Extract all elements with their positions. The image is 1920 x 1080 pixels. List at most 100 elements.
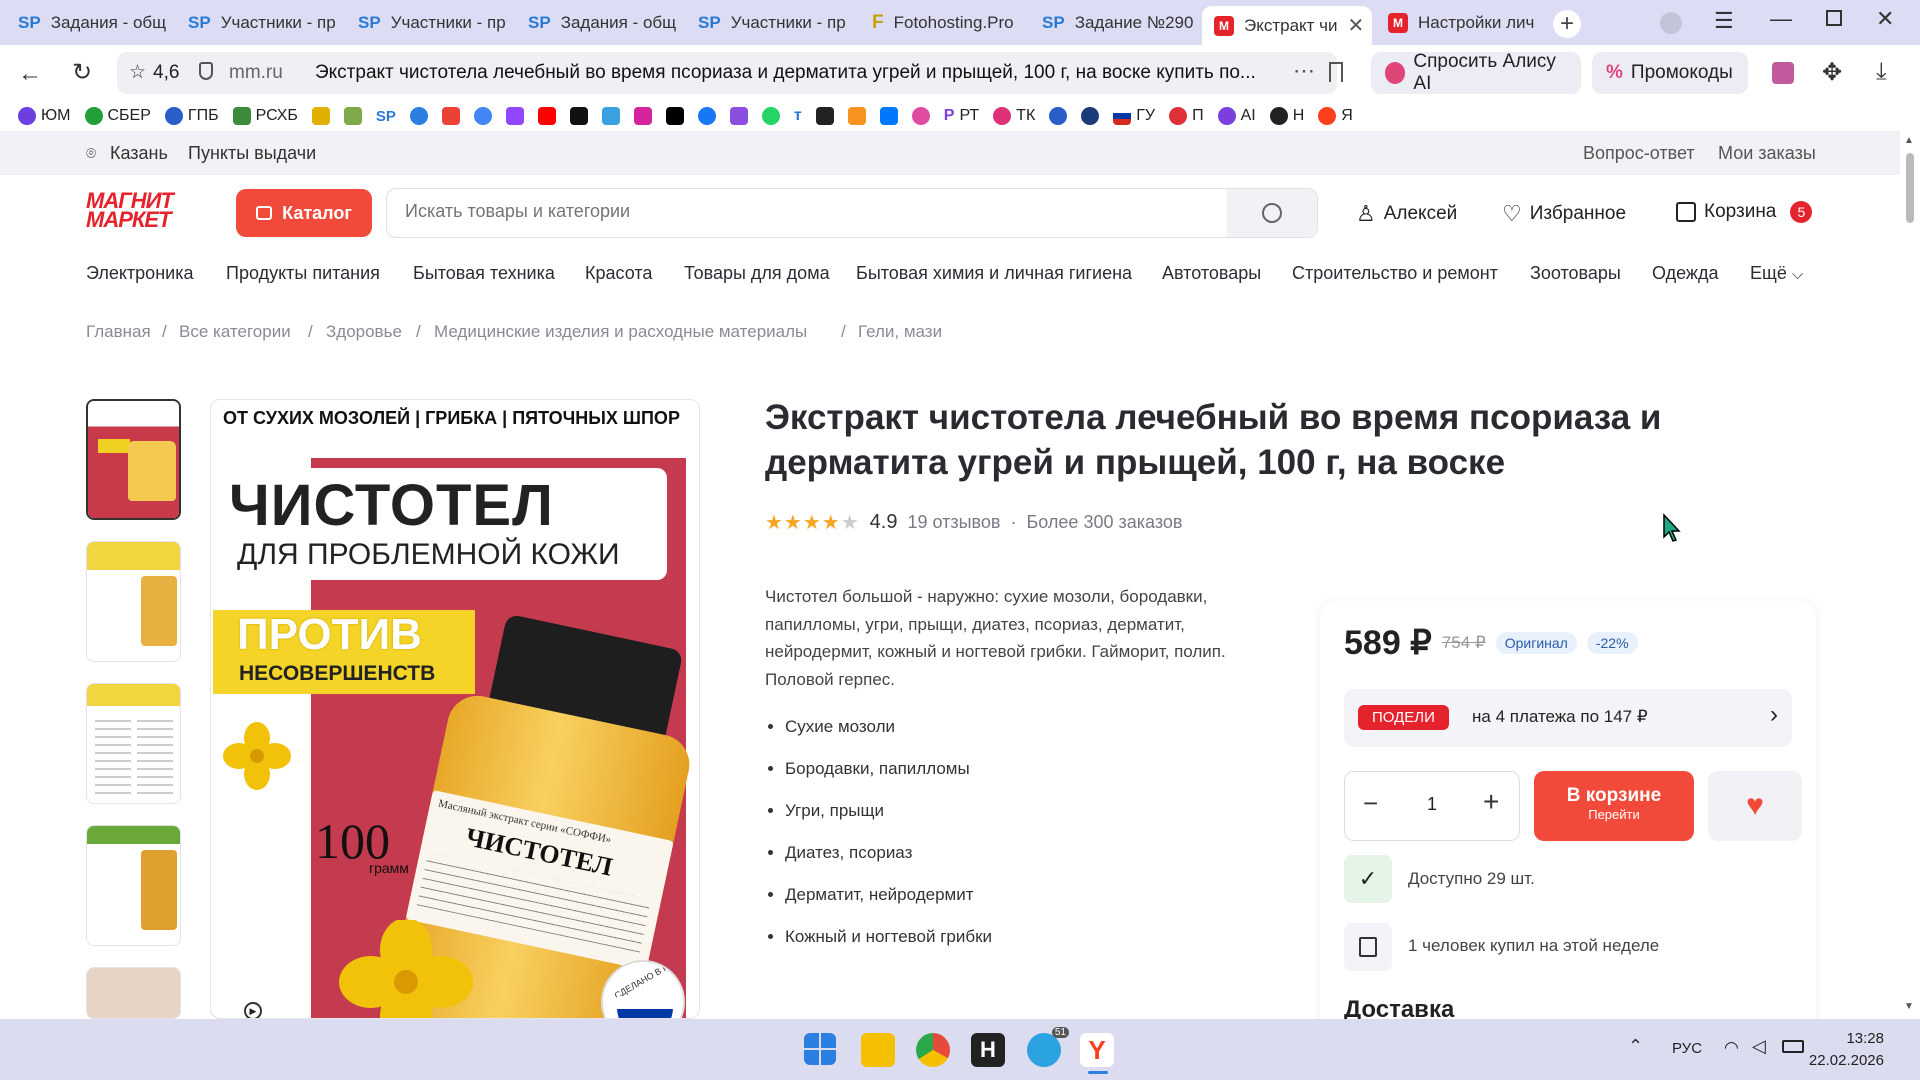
url-box[interactable]: ☆ 4,6 mm.ru Экстракт чистотела лечебный … (117, 52, 1343, 94)
fotohosting-icon[interactable] (311, 107, 330, 125)
browser-tab[interactable]: F Fotohosting.Pro (860, 6, 1030, 40)
user-profile-link[interactable]: ♙ Алексей (1356, 201, 1457, 227)
bookmark-gpb[interactable]: ГПБ (164, 107, 219, 125)
youtube-icon[interactable] (537, 107, 556, 125)
clock-date[interactable]: 22.02.2026 (1800, 1052, 1884, 1069)
browser-tab[interactable]: SP Задания - общ (6, 6, 176, 40)
favorites-link[interactable]: ♡ Избранное (1502, 201, 1626, 227)
dzen-icon[interactable] (815, 107, 834, 125)
promocodes-button[interactable]: % Промокоды (1592, 52, 1748, 94)
scroll-up-icon[interactable]: ▲ (1904, 135, 1914, 146)
nav-category[interactable]: Одежда (1652, 263, 1718, 284)
my-orders-link[interactable]: Мои заказы (1718, 143, 1816, 164)
file-explorer-icon[interactable] (861, 1033, 895, 1067)
bookmark-rt[interactable]: P РТ (944, 107, 979, 125)
telegram-icon[interactable]: 51 (1027, 1027, 1069, 1067)
photo-icon[interactable] (729, 107, 748, 125)
nav-more[interactable]: Ещё ⌵ (1750, 263, 1803, 284)
extension-avatar-icon[interactable] (1772, 62, 1794, 84)
yandex-browser-icon[interactable]: Y (1080, 1033, 1114, 1067)
bookmark-tk[interactable]: ТК (993, 107, 1035, 125)
h-app-icon[interactable]: H (971, 1033, 1005, 1067)
favorite-button[interactable]: ♥ (1708, 771, 1802, 841)
bookmark-ai[interactable]: AI (1217, 107, 1256, 125)
emblem-icon[interactable] (1081, 107, 1100, 125)
chrome-icon[interactable] (916, 1033, 950, 1067)
mail-icon[interactable] (409, 107, 428, 125)
breadcrumb-item[interactable]: Гели, мази (858, 322, 942, 342)
clock-time[interactable]: 13:28 (1828, 1030, 1884, 1047)
minimize-icon[interactable]: — (1770, 6, 1792, 32)
pickup-points-link[interactable]: Пункты выдачи (188, 143, 316, 164)
bookmark-rshb[interactable]: РСХБ (232, 107, 298, 125)
play-video-icon[interactable]: ▶ (244, 1002, 262, 1018)
tiktok-icon[interactable] (665, 107, 684, 125)
language-indicator[interactable]: РУС (1672, 1040, 1702, 1057)
plus-icon[interactable]: + (1483, 786, 1499, 818)
gallery-thumbnail[interactable] (86, 825, 181, 946)
cart-link[interactable]: Корзина 5 (1676, 201, 1813, 223)
bookmark-ya[interactable]: Я (1318, 107, 1353, 125)
facebook-icon[interactable] (697, 107, 716, 125)
instagram-icon[interactable] (633, 107, 652, 125)
vk-icon[interactable] (879, 107, 898, 125)
bookmark-ym[interactable]: ЮМ (18, 107, 71, 125)
scroll-down-icon[interactable]: ▼ (1904, 1001, 1914, 1012)
split-payment-row[interactable]: ПОДЕЛИ на 4 платежа по 147 ₽ › (1344, 689, 1792, 747)
gallery-thumbnail-selected[interactable] (86, 399, 181, 520)
nav-category[interactable]: Бытовая техника (413, 263, 555, 284)
wifi-icon[interactable]: ◠ (1724, 1038, 1739, 1058)
nav-category[interactable]: Зоотовары (1530, 263, 1621, 284)
infinity-icon[interactable] (1049, 107, 1068, 125)
reload-icon[interactable]: ↻ (72, 58, 92, 87)
cloud-icon[interactable] (601, 107, 620, 125)
sf-icon[interactable] (343, 107, 362, 125)
download-icon[interactable]: ⤓ (1876, 58, 1887, 86)
windows-start-icon[interactable] (804, 1033, 836, 1065)
rutube-icon[interactable] (569, 107, 588, 125)
page-scrollbar[interactable]: ▲ ▼ (1900, 131, 1920, 1019)
gallery-thumbnail[interactable] (86, 541, 181, 662)
faq-link[interactable]: Вопрос-ответ (1583, 143, 1695, 164)
breadcrumb-item[interactable]: Все категории (179, 322, 291, 342)
gallery-thumbnail[interactable] (86, 683, 181, 804)
nav-category[interactable]: Бытовая химия и личная гигиена (856, 263, 1132, 284)
product-main-image[interactable]: ОТ СУХИХ МОЗОЛЕЙ | ГРИБКА | ПЯТОЧНЫХ ШПО… (210, 399, 700, 1019)
nav-category[interactable]: Строительство и ремонт (1292, 263, 1498, 284)
browser-tab-active[interactable]: M Экстракт чи ✕ (1202, 6, 1372, 45)
extensions-icon[interactable]: ✥ (1822, 58, 1842, 87)
profile-icon[interactable] (1660, 12, 1682, 34)
city-selector[interactable]: Казань (110, 143, 168, 164)
chevron-up-icon[interactable]: ⌃ (1628, 1036, 1643, 1057)
nav-category[interactable]: Электроника (86, 263, 193, 284)
bookmark-p[interactable]: П (1169, 107, 1204, 125)
bookmark-gu[interactable]: ГУ (1113, 107, 1155, 125)
browser-tab[interactable]: M Настройки лич (1376, 6, 1546, 40)
breadcrumb-item[interactable]: Медицинские изделия и расходные материал… (434, 322, 807, 342)
close-tab-icon[interactable]: ✕ (1348, 13, 1365, 38)
browser-tab[interactable]: SP Участники - пр (176, 6, 346, 40)
browser-tab[interactable]: SP Задания - общ (516, 6, 686, 40)
google-icon[interactable] (473, 107, 492, 125)
breadcrumb-item[interactable]: Главная (86, 322, 151, 342)
nav-category[interactable]: Товары для дома (684, 263, 830, 284)
bookmark-sber[interactable]: СБЕР (84, 107, 151, 125)
gmail-icon[interactable] (441, 107, 460, 125)
dots-icon[interactable] (911, 107, 930, 125)
t-icon[interactable]: т (794, 107, 802, 125)
catalog-button[interactable]: Каталог (236, 189, 372, 237)
minus-icon[interactable]: − (1363, 788, 1378, 819)
search-input[interactable] (405, 201, 1185, 222)
volume-icon[interactable]: ◁ (1752, 1036, 1766, 1057)
ok-icon[interactable] (847, 107, 866, 125)
scroll-thumb[interactable] (1906, 153, 1914, 223)
site-logo[interactable]: МАГНИТ МАРКЕТ (86, 190, 208, 233)
twitch-icon[interactable] (505, 107, 524, 125)
nav-category[interactable]: Продукты питания (226, 263, 380, 284)
browser-tab[interactable]: SP Участники - пр (686, 6, 856, 40)
search-button[interactable] (1227, 189, 1317, 237)
gallery-thumbnail[interactable] (86, 967, 181, 1019)
nav-category[interactable]: Красота (585, 263, 652, 284)
reviews-link[interactable]: 19 отзывов (907, 512, 1000, 533)
menu-icon[interactable]: ☰ (1714, 8, 1734, 34)
